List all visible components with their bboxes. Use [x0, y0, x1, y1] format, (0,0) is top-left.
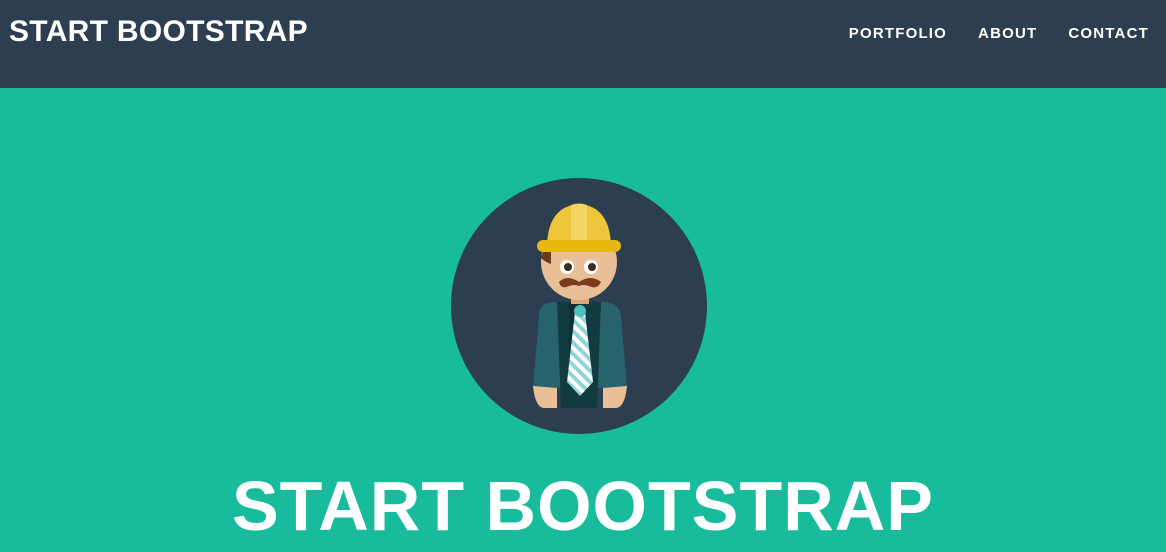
nav-link-about[interactable]: ABOUT — [947, 23, 1037, 45]
brand-link[interactable]: START BOOTSTRAP — [9, 13, 308, 51]
construction-worker-avatar-icon — [451, 178, 707, 434]
navbar: START BOOTSTRAP PORTFOLIO ABOUT CONTACT — [0, 0, 1166, 88]
masthead: START BOOTSTRAP — [0, 88, 1166, 551]
avatar-svg — [451, 178, 707, 434]
nav-links: PORTFOLIO ABOUT CONTACT — [818, 23, 1149, 45]
hero-title: START BOOTSTRAP — [231, 467, 934, 545]
nav-link-contact[interactable]: CONTACT — [1037, 23, 1149, 45]
nav-link-portfolio[interactable]: PORTFOLIO — [818, 23, 947, 45]
